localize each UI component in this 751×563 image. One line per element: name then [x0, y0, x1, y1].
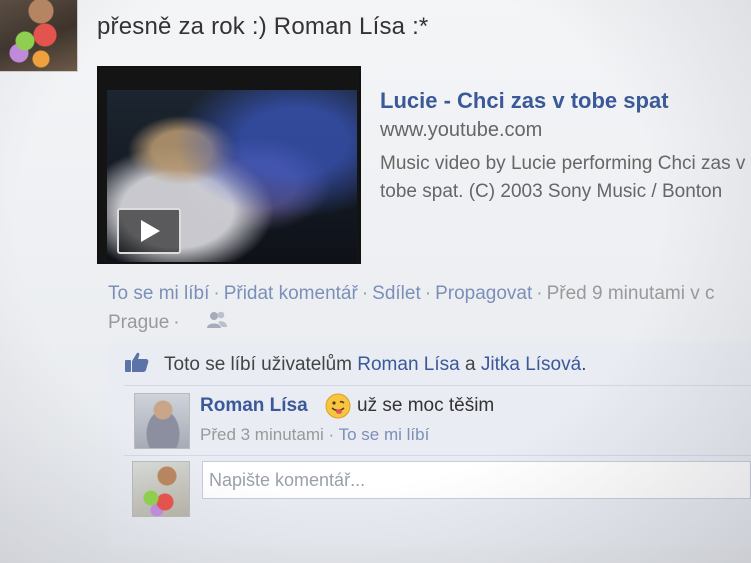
likes-suffix: . — [581, 354, 587, 375]
link-title[interactable]: Lucie - Chci zas v tobe spat — [380, 88, 669, 114]
post-timestamp[interactable]: Před 9 minutami v c — [547, 283, 715, 304]
separator: · — [173, 312, 180, 333]
video-thumbnail[interactable] — [97, 66, 361, 264]
divider — [124, 455, 751, 456]
comment-text: už se moc těšim — [357, 395, 495, 416]
play-button[interactable] — [117, 208, 181, 254]
comment-item: Roman Lísa už se moc těšim Před 3 minuta… — [130, 391, 750, 451]
author-avatar[interactable] — [0, 0, 78, 72]
promote-link[interactable]: Propagovat — [435, 283, 532, 304]
comment-like-link[interactable]: To se mi líbí — [339, 425, 430, 444]
commenter-avatar[interactable] — [134, 393, 190, 449]
separator: · — [536, 283, 543, 304]
link-domain: www.youtube.com — [380, 119, 543, 141]
comment-timestamp[interactable]: Před 3 minutami — [200, 425, 324, 444]
likes-comments-box: Toto se líbí uživatelům Roman Lísa a Jit… — [108, 343, 751, 548]
comment-link[interactable]: Přidat komentář — [224, 283, 358, 304]
post-actions-line2: Prague · — [108, 311, 228, 335]
play-icon — [141, 220, 160, 242]
separator: · — [361, 283, 369, 304]
separator: · — [213, 283, 220, 304]
current-user-avatar — [132, 461, 190, 517]
post-location[interactable]: Prague — [108, 312, 169, 334]
people-icon[interactable] — [206, 311, 228, 335]
link-description: Music video by Lucie performing Chci zas… — [380, 153, 746, 202]
divider — [124, 385, 751, 386]
like-link[interactable]: To se mi líbí — [108, 283, 209, 304]
comment-input[interactable] — [202, 461, 751, 499]
liker-name[interactable]: Roman Lísa — [357, 354, 459, 376]
thumbs-up-icon — [124, 351, 150, 379]
likes-joiner: a — [465, 354, 476, 375]
liker-name[interactable]: Jitka Lísová — [481, 354, 581, 376]
smiley-tongue-icon — [325, 393, 351, 419]
separator: · — [328, 425, 335, 444]
post-actions: To se mi líbí · Přidat komentář · Sdílet · Pro… — [108, 283, 715, 305]
comment-author[interactable]: Roman Lísa — [200, 395, 308, 417]
comment-meta: Před 3 minutami · To se mi líbí — [200, 425, 429, 445]
shared-link-attachment: Lucie - Chci zas v tobe spat www.youtube… — [97, 66, 751, 264]
likes-prefix: Toto se líbí uživatelům — [164, 354, 352, 375]
share-link[interactable]: Sdílet — [372, 283, 421, 304]
separator: · — [424, 283, 432, 304]
post-message: přesně za rok :) Roman Lísa :* — [97, 13, 429, 40]
likes-sentence: Toto se líbí uživatelům Roman Lísa a Jit… — [124, 351, 586, 379]
